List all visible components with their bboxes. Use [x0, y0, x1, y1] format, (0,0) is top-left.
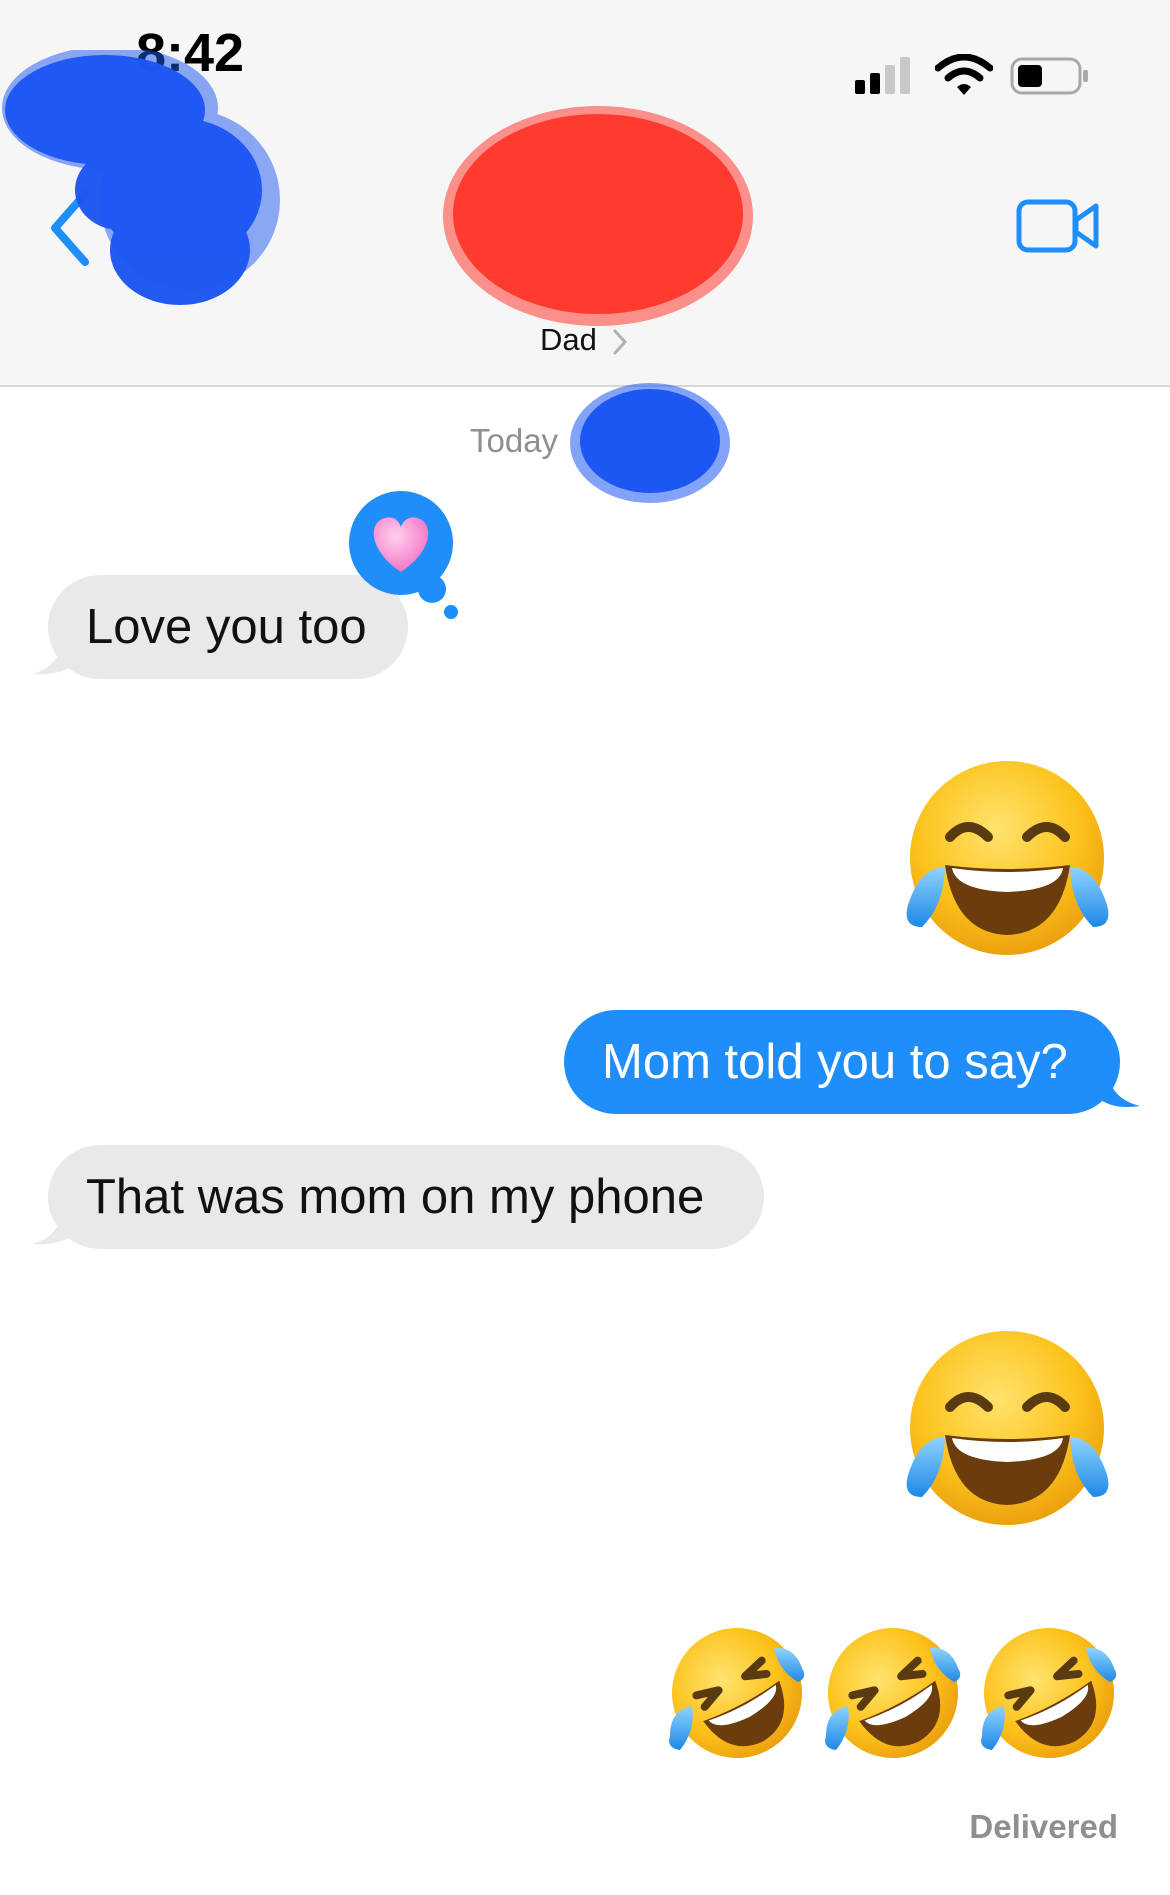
heart-reaction-icon[interactable] [348, 490, 468, 625]
redaction-scribble [2, 50, 280, 305]
wifi-icon [935, 54, 993, 95]
delivery-status: Delivered [969, 1808, 1118, 1845]
video-call-icon[interactable] [1016, 198, 1100, 254]
battery-icon [1010, 57, 1088, 95]
sent-message-bubble[interactable]: Mom told you to say? [564, 1010, 1120, 1114]
rofl-emoji-icon [669, 1628, 805, 1758]
joy-emoji-icon [906, 1331, 1109, 1525]
received-message-bubble[interactable]: That was mom on my phone [48, 1145, 764, 1249]
cellular-signal-icon [855, 57, 910, 94]
date-label: Today [470, 422, 559, 459]
message-text: Love you too [86, 599, 367, 654]
timestamp-redaction-scribble [570, 383, 730, 503]
rofl-emoji-icon [825, 1628, 961, 1758]
message-text: Mom told you to say? [602, 1034, 1068, 1089]
avatar-redaction-scribble [443, 106, 753, 326]
contact-name[interactable]: Dad [540, 322, 597, 358]
rofl-emoji-icon [981, 1628, 1117, 1758]
joy-emoji-icon [906, 761, 1109, 955]
conversation-header: 8:42 Dad [0, 0, 1170, 387]
chevron-right-icon[interactable] [612, 328, 628, 356]
message-text: That was mom on my phone [86, 1169, 705, 1224]
